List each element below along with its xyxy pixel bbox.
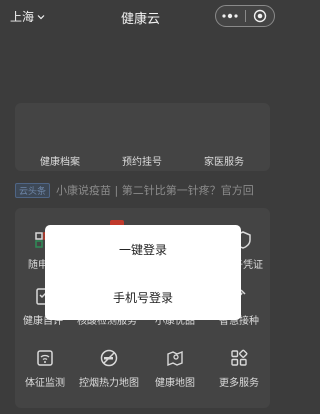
one-click-login-button[interactable]: 一键登录 (45, 241, 241, 258)
phone-login-button[interactable]: 手机号登录 (45, 289, 241, 306)
login-dialog: 一键登录 手机号登录 (45, 225, 241, 320)
modal-overlay: 一键登录 手机号登录 (0, 0, 281, 414)
